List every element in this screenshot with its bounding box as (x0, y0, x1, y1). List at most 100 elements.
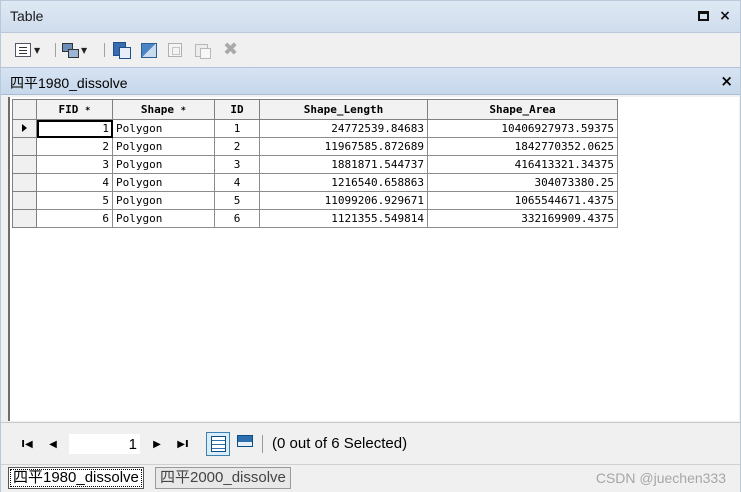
column-header-shape[interactable]: Shape * (112, 99, 215, 120)
close-window-button[interactable]: × (718, 8, 732, 24)
table-row[interactable]: 6 Polygon 6 1121355.549814 332169909.437… (12, 209, 618, 228)
show-all-records-button[interactable] (206, 432, 230, 456)
cell-shape[interactable]: Polygon (112, 155, 215, 174)
cell-shape[interactable]: Polygon (112, 119, 215, 138)
cell-shape[interactable]: Polygon (112, 209, 215, 228)
cell-fid[interactable]: 1 (36, 119, 113, 138)
cell-shape-length[interactable]: 11967585.872689 (259, 137, 428, 156)
row-selector[interactable] (12, 173, 37, 192)
field-indicator-icon: * (180, 106, 187, 116)
cell-id[interactable]: 2 (214, 137, 260, 156)
delete-icon: ✖ (223, 39, 239, 60)
cell-shape[interactable]: Polygon (112, 137, 215, 156)
cell-id[interactable]: 4 (214, 173, 260, 192)
cell-id[interactable]: 6 (214, 209, 260, 228)
cell-fid[interactable]: 4 (36, 173, 113, 192)
restore-icon (697, 11, 709, 21)
header-row: FID * Shape * ID Shape_Length Shape_Area (12, 99, 618, 120)
delete-selected-button[interactable] (194, 40, 211, 60)
clear-selection-icon (168, 43, 182, 57)
delete-button[interactable]: ✖ (223, 40, 238, 60)
next-record-icon: ▶ (153, 439, 161, 450)
close-icon: × (720, 72, 733, 90)
show-selected-records-button[interactable] (233, 432, 257, 456)
table-row[interactable]: 5 Polygon 5 11099206.929671 1065544671.4… (12, 191, 618, 210)
column-header-shape-length[interactable]: Shape_Length (259, 99, 428, 120)
field-indicator-icon: * (85, 106, 91, 116)
record-navigation-bar: I◀ ◀ 1 ▶ ▶I (0 out of 6 Selected) (1, 422, 740, 464)
watermark-text: CSDN @juechen333 (595, 470, 726, 486)
selected-records-icon (237, 435, 253, 447)
first-record-icon: I◀ (21, 439, 33, 450)
select-by-attributes-button[interactable] (113, 40, 131, 60)
tab-sipin-1980-dissolve[interactable]: 四平1980_dissolve (8, 467, 144, 489)
row-selector[interactable] (12, 191, 37, 210)
cell-shape-area[interactable]: 332169909.4375 (427, 209, 618, 228)
row-selector[interactable] (12, 119, 37, 138)
cell-shape-area[interactable]: 1842770352.0625 (427, 137, 618, 156)
cell-shape[interactable]: Polygon (112, 191, 215, 210)
cell-shape-area[interactable]: 416413321.34375 (427, 155, 618, 174)
cell-id[interactable]: 5 (214, 191, 260, 210)
previous-record-button[interactable]: ◀ (45, 435, 61, 451)
switch-selection-icon (140, 42, 157, 58)
cell-shape-area[interactable]: 1065544671.4375 (427, 191, 618, 210)
cell-shape-area[interactable]: 10406927973.59375 (427, 119, 618, 138)
clear-selection-button[interactable] (168, 40, 182, 60)
cell-shape-length[interactable]: 11099206.929671 (259, 191, 428, 210)
toolbar-separator (55, 43, 56, 57)
previous-record-icon: ◀ (49, 439, 57, 450)
current-row-pointer-icon (22, 124, 27, 132)
table-row[interactable]: 3 Polygon 3 1881871.544737 416413321.343… (12, 155, 618, 174)
table-row[interactable]: 4 Polygon 4 1216540.658863 304073380.25 (12, 173, 618, 192)
cell-fid[interactable]: 5 (36, 191, 113, 210)
table-window: Table × ▼ ▼ ✖ 四平1980_dissolve × FID * Sh… (0, 0, 741, 492)
cell-fid[interactable]: 6 (36, 209, 113, 228)
tab-sipin-2000-dissolve[interactable]: 四平2000_dissolve (155, 467, 291, 489)
chevron-down-icon: ▼ (81, 45, 88, 55)
cell-shape-length[interactable]: 1216540.658863 (259, 173, 428, 192)
select-by-attributes-icon (113, 42, 131, 59)
table-row[interactable]: 1 Polygon 1 24772539.84683 10406927973.5… (12, 119, 618, 138)
row-header-corner[interactable] (12, 99, 37, 120)
related-tables-button[interactable]: ▼ (62, 40, 87, 60)
row-selector[interactable] (12, 137, 37, 156)
cell-id[interactable]: 3 (214, 155, 260, 174)
cell-shape-length[interactable]: 1881871.544737 (259, 155, 428, 174)
cell-fid[interactable]: 3 (36, 155, 113, 174)
toolbar-separator (104, 43, 105, 57)
all-records-icon (211, 436, 226, 452)
table-row[interactable]: 2 Polygon 2 11967585.872689 1842770352.0… (12, 137, 618, 156)
table-name: 四平1980_dissolve (10, 75, 128, 91)
cell-fid[interactable]: 2 (36, 137, 113, 156)
column-header-fid[interactable]: FID * (36, 99, 113, 120)
table-name-header: 四平1980_dissolve × (1, 67, 740, 95)
last-record-button[interactable]: ▶I (175, 435, 191, 451)
switch-selection-button[interactable] (140, 40, 157, 60)
cell-shape-area[interactable]: 304073380.25 (427, 173, 618, 192)
cell-shape-length[interactable]: 1121355.549814 (259, 209, 428, 228)
cell-shape[interactable]: Polygon (112, 173, 215, 192)
column-header-id[interactable]: ID (214, 99, 260, 120)
table-options-icon (15, 43, 31, 57)
chevron-down-icon: ▼ (34, 45, 41, 55)
related-tables-icon (62, 42, 79, 58)
table-tabs-bar: 四平1980_dissolve 四平2000_dissolve CSDN @ju… (1, 464, 740, 492)
restore-button[interactable] (696, 8, 710, 24)
window-title: Table (10, 8, 44, 24)
close-table-button[interactable]: × (720, 72, 733, 90)
attribute-table: FID * Shape * ID Shape_Length Shape_Area… (12, 99, 618, 228)
current-record-field[interactable]: 1 (68, 433, 141, 455)
next-record-button[interactable]: ▶ (149, 435, 165, 451)
row-selector[interactable] (12, 155, 37, 174)
last-record-icon: ▶I (177, 439, 189, 450)
navigation-separator (262, 435, 263, 453)
first-record-button[interactable]: I◀ (19, 435, 35, 451)
table-options-button[interactable]: ▼ (15, 40, 40, 60)
cell-shape-length[interactable]: 24772539.84683 (259, 119, 428, 138)
column-header-shape-area[interactable]: Shape_Area (427, 99, 618, 120)
row-selector[interactable] (12, 209, 37, 228)
attribute-grid-area[interactable]: FID * Shape * ID Shape_Length Shape_Area… (8, 97, 739, 421)
cell-id[interactable]: 1 (214, 119, 260, 138)
title-bar: Table × (1, 1, 740, 33)
